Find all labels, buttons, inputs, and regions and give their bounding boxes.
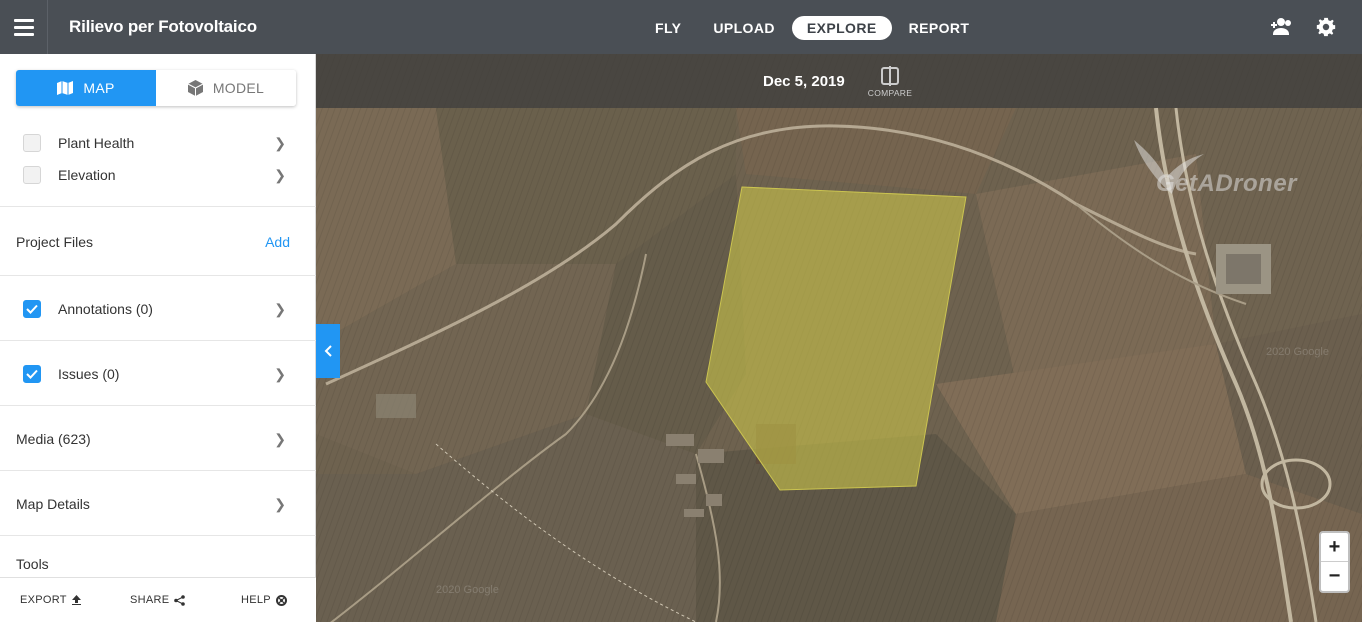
divider [0,206,316,207]
map-details-row[interactable]: Map Details ❯ [0,492,316,516]
export-button[interactable]: EXPORT [20,594,81,606]
export-label: EXPORT [20,594,67,606]
share-label: SHARE [130,594,170,606]
help-button[interactable]: HELP [241,594,287,606]
zoom-control: + − [1319,531,1350,593]
elevation-checkbox[interactable] [23,166,41,184]
upload-icon [71,595,81,605]
annotations-row[interactable]: Annotations (0) ❯ [0,297,316,321]
media-label: Media (623) [16,431,91,447]
compare-button[interactable]: COMPARE [865,66,915,98]
annotations-checkbox[interactable] [23,300,41,318]
collapse-sidebar-button[interactable] [316,324,340,378]
chevron-right-icon: ❯ [274,300,286,317]
map-view-label: MAP [83,80,115,96]
layer-plant-health[interactable]: Plant Health ❯ [0,131,316,155]
tab-fly[interactable]: FLY [640,16,696,40]
tab-report[interactable]: REPORT [894,16,985,40]
layer-elevation[interactable]: Elevation ❯ [0,163,316,187]
sidebar-footer: EXPORT SHARE HELP [0,577,316,622]
add-project-file-link[interactable]: Add [265,234,290,250]
menu-icon[interactable] [0,0,48,54]
map-date-bar: Dec 5, 2019 COMPARE [316,54,1362,108]
divider [0,535,316,536]
tools-label: Tools [16,556,49,572]
compare-label: COMPARE [867,88,913,98]
zoom-in-button[interactable]: + [1321,533,1348,562]
model-view-label: MODEL [212,80,265,96]
tab-explore[interactable]: EXPLORE [791,16,892,40]
add-user-icon[interactable] [1271,16,1295,38]
chevron-right-icon: ❯ [274,365,286,382]
annotations-label: Annotations (0) [58,301,153,317]
chevron-right-icon: ❯ [274,134,286,151]
chevron-right-icon: ❯ [274,166,286,183]
map-view-button[interactable]: MAP [16,70,156,106]
project-files-row: Project Files Add [0,230,316,254]
media-row[interactable]: Media (623) ❯ [0,427,316,451]
plant-health-checkbox[interactable] [23,134,41,152]
top-bar: Rilievo per Fotovoltaico FLY UPLOAD EXPL… [0,0,1362,54]
main-nav: FLY UPLOAD EXPLORE REPORT [640,16,986,40]
map-details-label: Map Details [16,496,90,512]
share-icon [174,594,186,606]
capture-date[interactable]: Dec 5, 2019 [763,73,845,90]
compare-icon [881,66,899,86]
project-files-label: Project Files [16,234,94,250]
map-icon [57,81,74,95]
divider [0,405,316,406]
issues-row[interactable]: Issues (0) ❯ [0,362,316,386]
chevron-left-icon [324,345,332,357]
lifebuoy-icon [275,594,287,606]
gear-icon[interactable] [1314,16,1338,38]
model-view-button[interactable]: MODEL [156,70,296,106]
view-toggle: MAP MODEL [16,70,296,106]
help-label: HELP [241,594,271,606]
cube-icon [187,80,203,96]
brand-watermark: GetADroner [1156,170,1298,197]
zoom-out-button[interactable]: − [1321,562,1348,591]
imagery-credit: 2020 Google [436,584,499,596]
tab-upload[interactable]: UPLOAD [698,16,790,40]
plant-health-label: Plant Health [58,135,135,151]
imagery-credit: 2020 Google [1266,346,1329,358]
divider [0,470,316,471]
issues-label: Issues (0) [58,366,120,382]
chevron-right-icon: ❯ [274,430,286,447]
divider [0,275,316,276]
sidebar: MAP MODEL Plant Health ❯ Elevation ❯ Pro… [0,54,316,622]
satellite-imagery [316,54,1362,622]
tools-row[interactable]: Tools [0,552,316,576]
check-icon [26,304,38,314]
elevation-label: Elevation [58,167,116,183]
share-button[interactable]: SHARE [130,594,186,606]
map-view[interactable]: GetADroner 2020 Google 2020 Google Dec 5… [316,54,1362,622]
divider [0,340,316,341]
issues-checkbox[interactable] [23,365,41,383]
page-title: Rilievo per Fotovoltaico [69,17,257,36]
check-icon [26,369,38,379]
chevron-right-icon: ❯ [274,495,286,512]
